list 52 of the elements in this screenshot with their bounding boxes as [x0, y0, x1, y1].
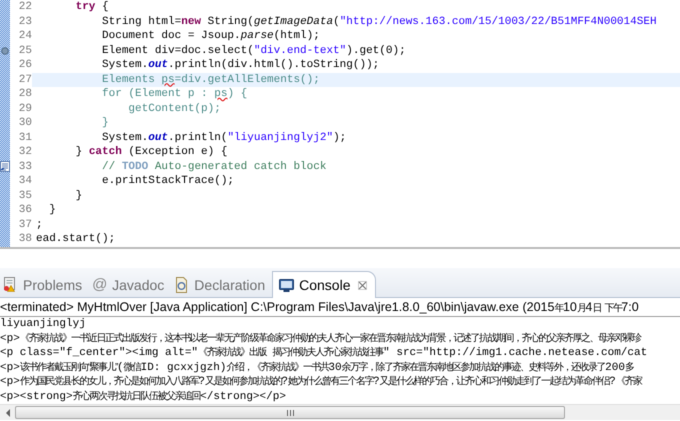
code-line: e.printStackTrace();: [101, 174, 236, 188]
console-line: <p>该书作者戴玉刚向“聚事儿”(微信ID: gcxxjgzh)介绍，《齐家抗战》一书共30余万字，除了齐家在晋东南地区参加抗战的事迹、史料等外，还收录了200多: [0, 360, 635, 375]
console-status: <terminated> MyHtmlOver [Java Application] C:\Program Files\Java\jre1.8.0_60\bin\javaw.exe (2015年10月4日 下午7:0: [0, 298, 680, 317]
code-line: System.out.println("liyuanjinglyj2");: [101, 130, 348, 145]
line-number: 23: [18, 14, 32, 29]
console-line: <p>作为国民党县长的女儿，齐心是如何加入八路军?又是如何参加抗战的?她为什么曾有三个名字?又是什么样的巧合，让齐心和习仲勋走到了一起结为革命伴侣?《齐家: [0, 375, 643, 390]
line-number: 32: [18, 145, 32, 160]
line-number: 27: [18, 72, 32, 87]
panel-tab[interactable]: Declaration: [171, 272, 272, 297]
document-icon: [174, 276, 190, 292]
code-line: Element div=doc.select("div.end-text").get(0);: [101, 44, 407, 58]
panel-tab[interactable]: Problems: [0, 272, 90, 297]
at-icon: @: [92, 276, 108, 293]
document-warning-icon: [3, 277, 18, 292]
line-number: 31: [18, 130, 32, 145]
console-line: <p><strong>齐心两次寻找抗日队伍被父亲追回</strong></p>: [0, 390, 287, 404]
code-line: // TODO Auto-generated catch block: [101, 160, 328, 174]
code-line: }: [48, 203, 57, 218]
code-line: Document doc = Jsoup.parse(html);: [101, 29, 321, 44]
line-number: 37: [18, 218, 32, 232]
horizontal-scrollbar[interactable]: [0, 404, 680, 420]
code-line: }: [74, 188, 84, 203]
code-line: for (Element p : ps) {: [101, 87, 248, 102]
monitor-icon: [279, 278, 294, 292]
code-line: String html=new String(getImageData("http://news.163.com/15/1003/22/B51MFF4N00014SEH: [101, 14, 658, 29]
line-number: 30: [18, 116, 32, 130]
line-number: 24: [18, 29, 32, 44]
close-icon[interactable]: [358, 280, 366, 290]
line-number: 26: [18, 58, 32, 72]
code-line: ead.start();: [35, 232, 116, 246]
console-line: liyuanjinglyj: [0, 317, 87, 332]
line-number: 25: [18, 44, 32, 58]
console-line: <p>《齐家抗战》一书近日正式出版发行，这本书以老一辈无产阶级革命家习仲勋的夫人齐心一家在晋东南抗战为背景，记述了抗战期间，齐心的父亲齐厚之、母亲邓裸珍: [0, 332, 642, 346]
line-number: 28: [18, 87, 32, 102]
code-line: }: [101, 116, 110, 130]
line-number: 29: [18, 102, 32, 116]
line-number: 38: [18, 232, 32, 246]
line-number: 34: [18, 174, 32, 188]
code-line: } catch (Exception e) {: [74, 145, 228, 160]
panel-tab[interactable]: @ Javadoc: [89, 272, 172, 297]
code-line: ;: [35, 218, 44, 232]
line-number: 22: [18, 0, 32, 14]
breakpoint-icon[interactable]: [1, 46, 9, 55]
code-line: getContent(p);: [127, 102, 222, 116]
panel-tab[interactable]: Console: [272, 271, 376, 298]
console-line: <p class="f_center"><img alt="《齐家抗战》出版 揭习仲勋夫人齐心家抗战往事" src="http://img1.cache.netease.com/cat: [0, 346, 648, 360]
code-line: try {: [74, 0, 110, 14]
line-number: 33: [18, 160, 32, 174]
line-number: 35: [18, 188, 32, 203]
code-line: System.out.println(div.html().toString());: [101, 58, 380, 72]
line-number: 36: [18, 203, 32, 218]
task-icon[interactable]: [0, 161, 10, 172]
